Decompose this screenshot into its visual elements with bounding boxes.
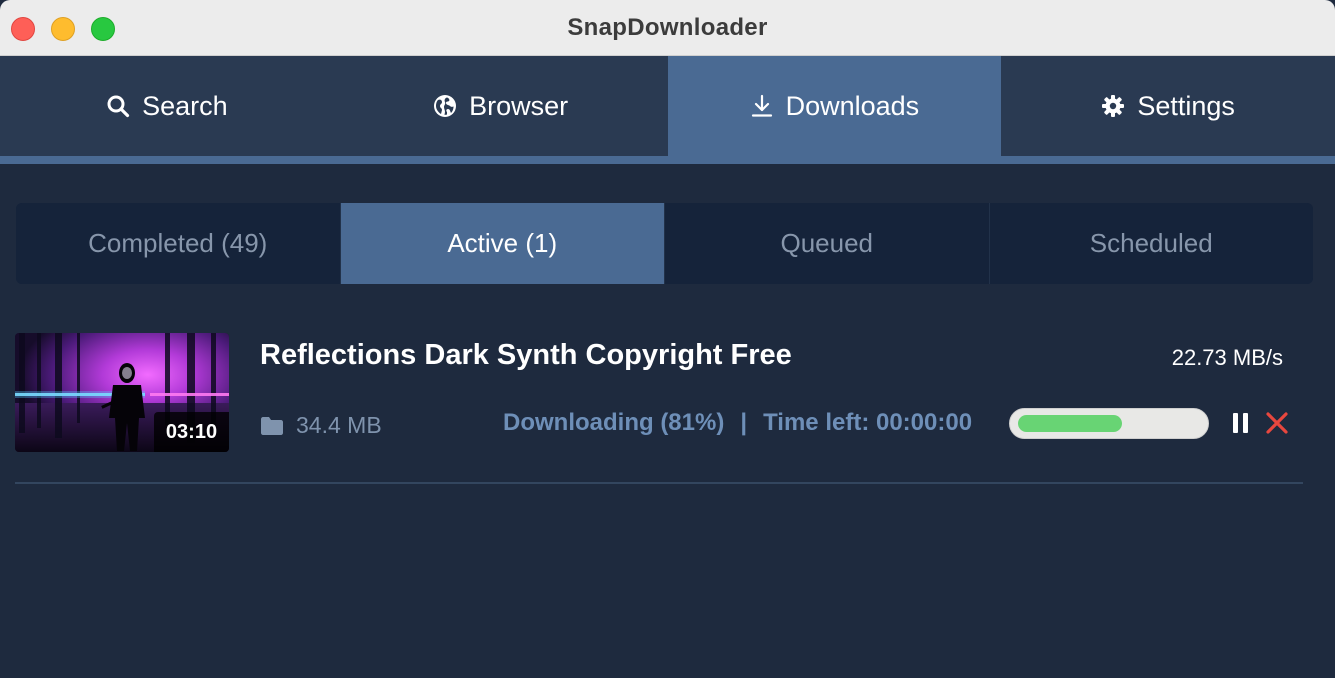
download-item: 03:10 Reflections Dark Synth Copyright F… [15, 333, 1303, 483]
subtab-scheduled[interactable]: Scheduled [989, 203, 1313, 284]
row-divider [15, 482, 1303, 484]
download-icon [751, 94, 772, 117]
status-text: Downloading (81%) [503, 409, 725, 436]
pause-button[interactable] [1227, 409, 1255, 437]
progress-fill [1018, 415, 1122, 432]
status-separator: | [740, 409, 748, 436]
folder-icon [261, 416, 283, 435]
video-thumbnail[interactable]: 03:10 [15, 333, 229, 452]
subtab-active[interactable]: Active (1) [340, 203, 665, 284]
download-status: Downloading (81%) | Time left: 00:00:00 [503, 409, 972, 437]
subtab-queued[interactable]: Queued [665, 203, 990, 284]
time-left: Time left: 00:00:00 [763, 409, 973, 436]
main-nav: Search Browser Downloads Settings [0, 56, 1335, 156]
file-size[interactable]: 34.4 MB [260, 412, 382, 439]
nav-tab-downloads-label: Downloads [785, 90, 920, 121]
nav-tab-search[interactable]: Search [0, 56, 334, 156]
title-bar: SnapDownloader [0, 0, 1335, 56]
close-icon [1266, 412, 1288, 434]
nav-tab-browser[interactable]: Browser [334, 56, 668, 156]
nav-tab-browser-label: Browser [469, 90, 569, 121]
nav-accent-bar [0, 156, 1335, 164]
nav-tab-downloads[interactable]: Downloads [667, 56, 1002, 156]
app-window: SnapDownloader Search Browser Downloads … [0, 0, 1335, 678]
subtab-completed[interactable]: Completed (49) [16, 203, 341, 284]
globe-icon [434, 95, 457, 117]
cancel-button[interactable] [1263, 409, 1291, 437]
pause-icon [1233, 413, 1248, 433]
video-title: Reflections Dark Synth Copyright Free [260, 339, 792, 371]
video-duration: 03:10 [154, 412, 229, 452]
progress-bar [1009, 408, 1209, 439]
nav-tab-settings-label: Settings [1137, 90, 1235, 121]
window-title: SnapDownloader [567, 14, 768, 41]
gear-icon [1102, 95, 1125, 117]
download-speed: 22.73 MB/s [1171, 345, 1283, 370]
nav-tab-settings[interactable]: Settings [1001, 56, 1335, 156]
search-icon [107, 95, 130, 118]
download-subtabs: Completed (49) Active (1) Queued Schedul… [16, 203, 1313, 284]
nav-tab-search-label: Search [142, 90, 228, 121]
file-size-label: 34.4 MB [296, 412, 382, 438]
